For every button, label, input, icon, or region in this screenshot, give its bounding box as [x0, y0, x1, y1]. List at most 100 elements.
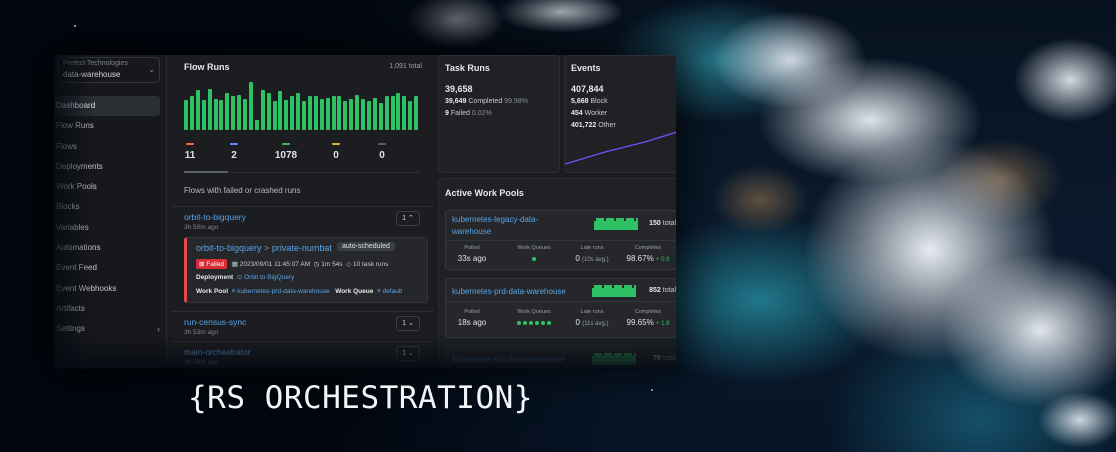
stat-label: Late runs [580, 309, 604, 315]
completed-label: Completed [468, 98, 503, 105]
stat-label: Polled [464, 309, 480, 315]
workspace-name: data-warehouse [63, 70, 121, 79]
histogram-bar [307, 96, 312, 130]
expand-runs-button[interactable]: 1 ⌄ [396, 346, 420, 361]
sidebar-item-flow-runs[interactable]: Flow Runs [54, 116, 166, 136]
completes-value: 98.67% [626, 254, 654, 263]
sidebar-item-deployments[interactable]: Deployments [54, 157, 166, 177]
sidebar-item-blocks[interactable]: Blocks [54, 197, 166, 217]
work-pool-card[interactable]: kubernetes-legacy-data-warehouse 150 tot… [445, 210, 676, 270]
workspace-switcher[interactable]: Prefect Technologies data-warehouse ⌄ [58, 57, 160, 83]
divider [172, 311, 434, 312]
deployment-link[interactable]: Orbit to BigQuery [244, 274, 294, 281]
run-name-link[interactable]: private-numbat [272, 243, 332, 253]
completes-value: 99.65% [626, 318, 654, 327]
task-runs-title: Task Runs [445, 63, 490, 73]
flow-runs-total: 1,091 total [389, 63, 422, 70]
completes-delta: + 0.9 [655, 257, 670, 263]
divider [172, 341, 434, 342]
histogram-bar [396, 92, 401, 130]
histogram-bar [195, 90, 200, 130]
deployment-row: Deployment ⊙ Orbit to BigQuery [196, 273, 294, 281]
work-pool-link[interactable]: kubernetes-prd-data-warehouse [452, 286, 566, 298]
state-color-marker [378, 143, 386, 145]
pool-total-value: 852 [649, 287, 661, 294]
flow-run-card[interactable]: orbit-to-bigquery > private-numbat auto-… [184, 237, 428, 303]
sidebar-item-label: Automations [56, 243, 101, 253]
flow-age: 3h 58m ago [184, 359, 219, 366]
stat-label: Completes [634, 245, 662, 251]
sidebar-item-variables[interactable]: Variables [54, 218, 166, 238]
state-count-value: 0 [379, 150, 385, 161]
expand-runs-button[interactable]: 1 ⌄ [396, 316, 420, 331]
stat-value: 33s ago [457, 254, 487, 263]
work-pool-link[interactable]: kubernetes-prd-data-warehouse [237, 288, 330, 295]
sidebar-item-work-pools[interactable]: Work Pools [54, 177, 166, 197]
histogram-bar [278, 91, 283, 130]
late-runs-stat: Late runs 0 (11s avg.) [566, 309, 618, 327]
sidebar-item-label: Event Feed [56, 263, 97, 273]
flow-link-main-orchestrator[interactable]: main-orchestrator [184, 347, 251, 357]
state-count[interactable]: 2 [214, 143, 254, 161]
clock-icon: ◷ [313, 261, 320, 268]
late-count: 0 [575, 254, 580, 263]
queue-status-dot [532, 257, 536, 261]
flow-age: 3h 53m ago [184, 329, 219, 336]
work-queue-link[interactable]: default [383, 288, 403, 295]
breadcrumb-separator: > [264, 243, 270, 253]
completes-stat: Completes 98.67% + 0.9 [622, 245, 674, 263]
sidebar-item-automations[interactable]: Automations [54, 238, 166, 258]
events-card[interactable]: Events 407,844 5,668 Block 454 Worker 40… [564, 55, 676, 173]
completes-stat: Completes 99.65% + 1.9 [622, 309, 674, 327]
histogram-bar [248, 82, 253, 130]
histogram-bar [213, 98, 218, 130]
tag-badge: auto-scheduled [337, 242, 395, 251]
flow-link-run-census-sync[interactable]: run-census-sync [184, 317, 246, 327]
run-count: 1 [402, 350, 407, 357]
sidebar-item-flows[interactable]: Flows [54, 137, 166, 157]
stat-label: Polled [464, 245, 480, 251]
sidebar-item-event-feed[interactable]: Event Feed [54, 258, 166, 278]
histogram-bar [290, 96, 295, 130]
state-count[interactable]: 0 [362, 143, 402, 161]
flow-runs-histogram[interactable] [184, 82, 420, 130]
histogram-bar [184, 99, 188, 130]
state-count[interactable]: 1078 [266, 143, 306, 161]
work-pool-link[interactable]: kubernetes-legacy-data-warehouse [452, 214, 562, 238]
flow-runs-card: Flow Runs 1,091 total 11 2 1078 0 0 Flows wi… [172, 55, 434, 368]
work-pool-label: Work Pool [196, 288, 229, 295]
histogram-bar [325, 98, 330, 130]
late-count: 0 [575, 318, 580, 327]
work-pool-card[interactable]: kubernetes-prd-data-warehouse 852 total … [445, 278, 676, 338]
work-pool-card[interactable]: kubernetes-stg-data-warehouse 78 total [445, 346, 676, 368]
state-color-marker [186, 143, 194, 145]
work-pools-title: Active Work Pools [445, 188, 524, 198]
task-runs-card[interactable]: Task Runs 39,658 39,649 Completed 99.98%… [438, 55, 560, 173]
state-count[interactable]: 11 [172, 143, 210, 161]
dashboard-window: Prefect Technologies data-warehouse ⌄ Da… [54, 55, 676, 368]
histogram-bar [296, 92, 301, 130]
state-count[interactable]: 0 [316, 143, 356, 161]
histogram-bar [207, 88, 212, 130]
failed-label: Failed [450, 110, 470, 117]
failed-flows-heading: Flows with failed or crashed runs [184, 186, 301, 195]
expand-runs-button[interactable]: 1 ⌃ [396, 211, 420, 226]
task-runs-completed: 39,649 Completed 99.98% [445, 98, 528, 105]
sidebar-item-settings[interactable]: Settings › [54, 319, 166, 339]
work-pool-link[interactable]: kubernetes-stg-data-warehouse [452, 354, 565, 366]
work-queues-stat: Work Queues [508, 245, 560, 263]
completes-delta: + 1.9 [655, 321, 670, 327]
run-flow-link[interactable]: orbit-to-bigquery [196, 243, 262, 253]
histogram-bar [189, 96, 194, 130]
work-pools-card: Active Work Pools kubernetes-legacy-data… [438, 178, 676, 368]
histogram-bar [390, 96, 395, 130]
task-runs-failed: 9 Failed 0.02% [445, 110, 492, 117]
sidebar-item-artifacts[interactable]: Artifacts [54, 299, 166, 319]
stat-label: Work Queues [517, 309, 551, 315]
flow-link-orbit-to-bigquery[interactable]: orbit-to-bigquery [184, 212, 246, 222]
histogram-bar [225, 92, 230, 130]
divider [172, 206, 434, 207]
sidebar-item-event-webhooks[interactable]: Event Webhooks [54, 279, 166, 299]
completed-count: 39,649 [445, 98, 467, 105]
sidebar-item-dashboard[interactable]: Dashboard [54, 96, 160, 117]
